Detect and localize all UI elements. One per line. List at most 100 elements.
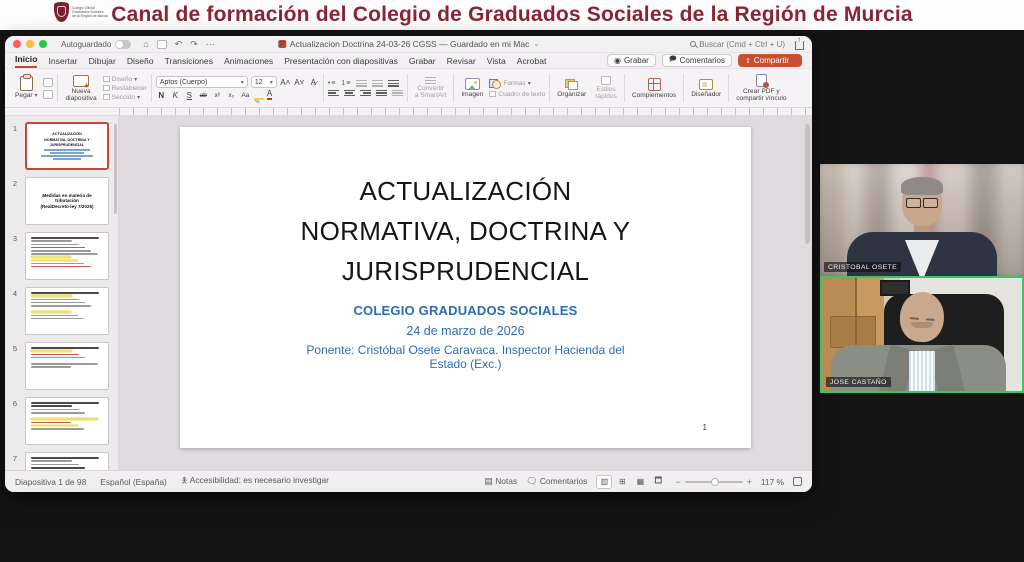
home-icon[interactable]: ⌂ [143,40,148,49]
comments-button[interactable]: 🗩 Comentarios [662,54,732,67]
designer-button[interactable]: Diseñador [688,71,724,105]
font-color-button[interactable]: A [267,90,272,100]
columns-button[interactable] [392,90,403,97]
accessibility-status[interactable]: 🯅 Accesibilidad: es necesario investigar [181,475,329,489]
underline-button[interactable]: S [184,91,195,100]
slide-thumbnail-row: 3 [5,232,118,280]
slides-panel[interactable]: 1 ACTUALIZACIÓN NORMATIVA, DOCTRINA Y JU… [5,116,119,470]
search-control[interactable]: Buscar (Cmd + Ctrl + U) [690,40,785,49]
highlight-color-button[interactable] [254,91,264,99]
tab-vista[interactable]: Vista [487,56,506,68]
window-titlebar: Autoguardado ⌂ ↶ ↷ ⋯ P Actualizacion Doc… [5,36,812,53]
tab-dibujar[interactable]: Dibujar [89,56,116,68]
canvas-scrollbar[interactable] [805,124,810,244]
layout-button[interactable]: Diseño▾ [103,76,147,83]
slide-thumbnail-1[interactable]: ACTUALIZACIÓN NORMATIVA, DOCTRINA Y JURI… [25,122,109,170]
tab-revisar[interactable]: Revisar [447,56,476,68]
format-painter-icon[interactable] [43,90,53,99]
tab-inicio[interactable]: Inicio [15,54,37,68]
slide-sorter-view-button[interactable]: ⊞ [614,475,630,489]
zoom-slider-knob[interactable] [711,478,719,486]
copy-icon[interactable] [43,78,53,87]
tab-animaciones[interactable]: Animaciones [224,56,273,68]
decrease-indent-icon[interactable] [356,80,367,87]
undo-icon[interactable]: ↶ [175,40,183,49]
reset-button[interactable]: Restablecer [103,85,147,92]
slide-thumbnail-3[interactable] [25,232,109,280]
bold-button[interactable]: N [156,91,167,100]
share-sheet-icon[interactable] [795,41,804,50]
addins-button[interactable]: Complementos [629,71,679,105]
line-spacing-icon[interactable] [388,80,399,87]
notes-button[interactable]: ▤ Notas [484,476,517,487]
redo-icon[interactable]: ↷ [190,40,198,49]
slide-thumbnail-4[interactable] [25,287,109,335]
autosave-control[interactable]: Autoguardado [61,40,131,49]
align-center-button[interactable] [344,90,355,97]
grow-font-button[interactable]: A˄ [280,78,291,87]
current-slide[interactable]: ACTUALIZACIÓN NORMATIVA, DOCTRINA Y JURI… [180,127,751,448]
justify-button[interactable] [376,90,387,97]
language-selector[interactable]: Español (España) [100,477,167,487]
tab-insertar[interactable]: Insertar [48,56,77,68]
align-right-button[interactable] [360,90,371,97]
panel-scrollbar[interactable] [114,124,117,214]
tab-presentacion[interactable]: Presentación con diapositivas [284,56,398,68]
insert-image-button[interactable]: Imagen [458,71,486,105]
slide-thumbnail-7[interactable] [25,452,109,470]
tab-transiciones[interactable]: Transiciones [165,56,213,68]
bullets-button[interactable]: •≡ [328,80,337,87]
italic-button[interactable]: K [170,91,181,100]
zoom-level[interactable]: 117 % [761,477,784,487]
zoom-slider[interactable] [685,481,743,483]
superscript-button[interactable]: x² [212,92,223,99]
subscript-button[interactable]: x₂ [226,92,237,99]
slide-counter[interactable]: Diapositiva 1 de 98 [15,477,86,487]
autosave-toggle[interactable] [115,40,131,49]
strikethrough-button[interactable]: ab [198,92,209,99]
slideshow-view-button[interactable]: 🗖 [650,475,666,489]
normal-view-button[interactable]: ▥ [596,475,612,489]
video-tile-jose[interactable]: JOSE CASTAÑO [820,276,1024,393]
textbox-button[interactable]: Cuadro de texto [489,91,545,98]
ribbon-toolbar: Pegar ▾ Nueva diapositiva Diseño▾ Restab… [5,68,812,108]
font-name-select[interactable]: Aptos (Cuerpo)▾ [156,76,248,88]
align-left-button[interactable] [328,90,339,97]
arrange-button[interactable]: Organizar [554,71,589,105]
shrink-font-button[interactable]: A˅ [294,78,305,87]
clear-format-button[interactable]: A̷ [308,78,319,87]
close-window-button[interactable] [13,40,21,48]
more-icon[interactable]: ⋯ [206,40,215,49]
fit-to-window-icon[interactable] [793,477,802,486]
font-size-select[interactable]: 12▾ [251,76,277,88]
quick-styles-button[interactable]: Estilos rápidos [592,71,620,105]
shapes-button[interactable]: Formas▾ [489,79,545,89]
video-tile-cristobal[interactable]: CRISTOBAL OSETE [820,164,1024,276]
share-button[interactable]: ⇧ Compartir ▾ [738,54,802,67]
print-icon[interactable] [157,40,167,49]
new-slide-button[interactable]: Nueva diapositiva [62,71,99,105]
record-button[interactable]: ◉ Grabar [607,54,656,67]
create-pdf-button[interactable]: Crear PDF y compartir vínculo [733,71,789,105]
slide-canvas[interactable]: ACTUALIZACIÓN NORMATIVA, DOCTRINA Y JURI… [119,116,812,470]
document-title-menu[interactable]: P Actualizacion Doctrina 24-03-26 CGSS —… [278,39,539,49]
tab-acrobat[interactable]: Acrobat [517,56,547,68]
view-switcher: ▥ ⊞ ▦ 🗖 [596,475,666,489]
tab-diseno[interactable]: Diseño [127,56,154,68]
tab-grabar[interactable]: Grabar [409,56,436,68]
slide-thumbnail-6[interactable] [25,397,109,445]
slide-thumbnail-5[interactable] [25,342,109,390]
minimize-window-button[interactable] [26,40,34,48]
numbering-button[interactable]: 1≡ [341,80,351,87]
slide-thumbnail-2[interactable]: Medidas en materia de tributación (RealD… [25,177,109,225]
convert-smartart-button[interactable]: Convertir a SmartArt [412,71,450,105]
paste-button[interactable]: Pegar ▾ [12,71,40,105]
section-button[interactable]: Sección▾ [103,94,147,101]
zoom-out-button[interactable]: − [675,477,680,487]
statusbar-comments-button[interactable]: 🗨 Comentarios [526,476,587,487]
increase-indent-icon[interactable] [372,80,383,87]
zoom-in-button[interactable]: + [747,477,752,487]
reading-view-button[interactable]: ▦ [632,475,648,489]
maximize-window-button[interactable] [39,40,47,48]
change-case-button[interactable]: Aa [240,92,251,99]
